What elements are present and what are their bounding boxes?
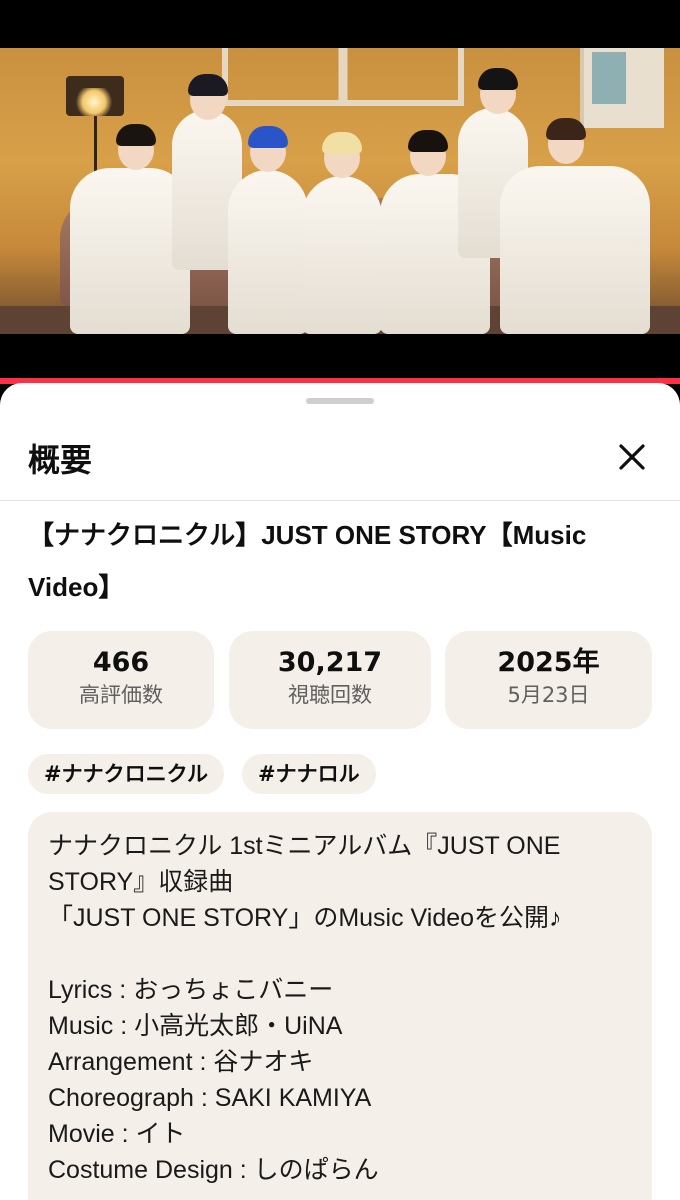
publish-year: 2025年 xyxy=(497,647,600,678)
close-button[interactable] xyxy=(610,435,654,479)
close-icon xyxy=(619,444,645,470)
performer-4 xyxy=(302,176,382,334)
description-line: Arrangement : 谷ナオキ xyxy=(48,1048,314,1076)
likes-label: 高評価数 xyxy=(79,683,163,707)
likes-stat: 466 高評価数 xyxy=(28,631,214,729)
lamp-glow xyxy=(76,88,112,116)
date-stat: 2025年 5月23日 xyxy=(445,631,652,729)
performer-4-hair xyxy=(322,132,362,154)
description-line: Music : 小高光太郎・UiNA xyxy=(48,1012,343,1040)
performer-2-hair xyxy=(188,74,228,96)
likes-count: 466 xyxy=(92,647,150,678)
description-blank-line xyxy=(48,936,632,972)
performer-3-hair xyxy=(248,126,288,148)
performer-7 xyxy=(500,166,650,334)
views-label: 視聴回数 xyxy=(288,683,372,707)
performer-3 xyxy=(228,170,308,334)
sheet-title: 概要 xyxy=(28,441,93,479)
views-stat: 30,217 視聴回数 xyxy=(229,631,431,729)
publish-day: 5月23日 xyxy=(507,683,590,707)
description-line: 「JUST ONE STORY」のMusic Videoを公開♪ xyxy=(48,904,562,932)
description-box: ナナクロニクル 1stミニアルバム『JUST ONE STORY』収録曲 「JU… xyxy=(28,812,652,1200)
video-title: 【ナナクロニクル】JUST ONE STORY【Music Video】 xyxy=(28,520,587,602)
views-count: 30,217 xyxy=(277,647,383,678)
description-line: ナナクロニクル 1stミニアルバム『JUST ONE xyxy=(48,832,561,860)
description-line: Lyrics : おっちょこバニー xyxy=(48,976,334,1004)
performer-7-hair xyxy=(546,118,586,140)
hashtag-link[interactable]: #ナナクロニクル xyxy=(28,754,224,794)
performer-1-hair xyxy=(116,124,156,146)
description-line: Choreograph : SAKI KAMIYA xyxy=(48,1084,372,1112)
description-sheet: 概要 【ナナクロニクル】JUST ONE STORY【Music Video】 … xyxy=(0,383,680,1200)
wall-frame xyxy=(222,48,464,106)
description-line: Movie : イト xyxy=(48,1120,186,1148)
drag-handle[interactable] xyxy=(306,398,374,404)
description-line: Costume Design : しのぱらん xyxy=(48,1156,379,1184)
performer-5-hair xyxy=(408,130,448,152)
hashtag-link[interactable]: #ナナロル xyxy=(242,754,376,794)
description-line: STORY』収録曲 xyxy=(48,868,234,896)
divider xyxy=(0,500,680,501)
window xyxy=(580,48,664,128)
performer-6-hair xyxy=(478,68,518,90)
stats-row: 466 高評価数 30,217 視聴回数 2025年 5月23日 xyxy=(28,631,652,729)
video-player[interactable] xyxy=(0,48,680,334)
